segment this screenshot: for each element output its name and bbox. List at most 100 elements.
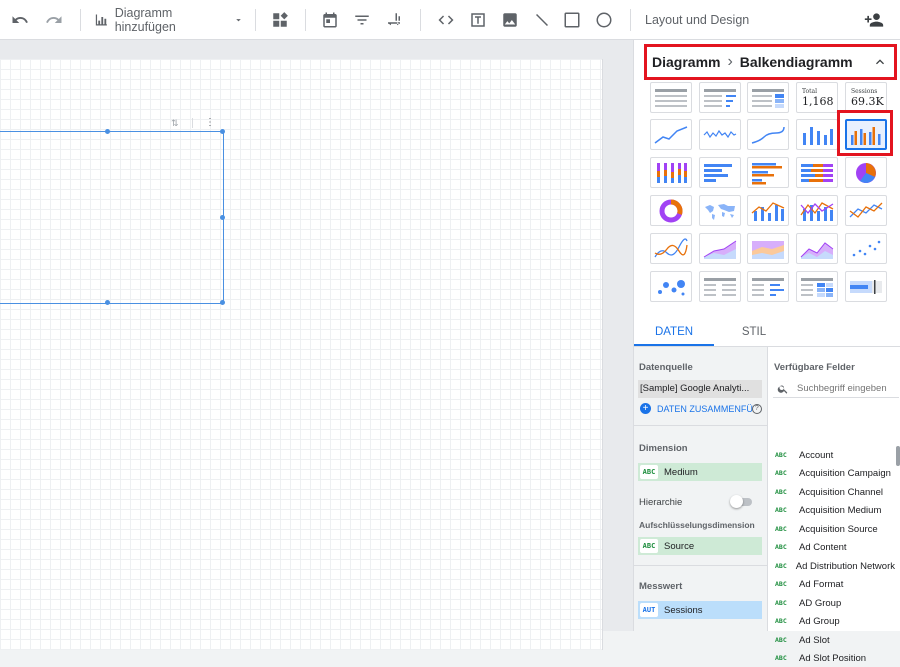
chart-type-stacked-column[interactable] xyxy=(650,157,692,188)
chart-header-divider xyxy=(192,118,193,128)
chart-type-combo-stacked[interactable] xyxy=(796,195,838,226)
community-components-button[interactable] xyxy=(270,0,290,40)
report-canvas[interactable]: ⇅ ⋮ xyxy=(0,59,603,650)
field-label: Acquisition Source xyxy=(799,523,878,535)
data-source-selector[interactable]: [Sample] Google Analyti... xyxy=(638,380,762,398)
rectangle-button[interactable] xyxy=(562,0,582,40)
tab-data[interactable]: DATEN xyxy=(634,318,714,346)
scorecard-sessions-value: 69.3K xyxy=(851,94,884,108)
field-item[interactable]: ABC Ad Group xyxy=(775,612,895,630)
field-label: Ad Slot xyxy=(799,634,830,646)
chart-type-table-heatmap[interactable] xyxy=(747,82,789,113)
field-type-tag: ABC xyxy=(775,580,787,588)
field-label: Ad Distribution Network xyxy=(795,560,895,572)
chart-type-time-series[interactable] xyxy=(650,119,692,150)
selected-chart-frame[interactable]: ⇅ ⋮ xyxy=(0,117,225,305)
field-label: Ad Format xyxy=(799,578,844,590)
chart-type-line[interactable] xyxy=(845,195,887,226)
field-search[interactable] xyxy=(773,380,899,398)
resize-handle[interactable] xyxy=(220,129,225,134)
chart-type-pie[interactable] xyxy=(845,157,887,188)
help-icon[interactable]: ? xyxy=(751,403,762,414)
field-label: Ad Content xyxy=(799,541,847,553)
field-item[interactable]: ABC Ad Content xyxy=(775,538,895,556)
chart-type-100-area[interactable] xyxy=(796,233,838,264)
share-button[interactable] xyxy=(862,0,886,40)
text-button[interactable] xyxy=(468,0,488,40)
canvas-area: ⇅ ⋮ xyxy=(0,40,633,650)
data-source-value: [Sample] Google Analyti... xyxy=(640,383,750,394)
toggle-knob xyxy=(730,495,743,508)
more-vert-icon[interactable]: ⋮ xyxy=(205,117,215,128)
chart-type-sparkline[interactable] xyxy=(699,119,741,150)
toolbar-divider xyxy=(305,8,306,31)
chart-type-scorecard[interactable]: Total 1,168 xyxy=(796,82,838,113)
field-item[interactable]: ABC Account xyxy=(775,446,895,464)
chart-type-geo-map[interactable] xyxy=(699,195,741,226)
chart-type-scatter[interactable] xyxy=(845,233,887,264)
code-icon xyxy=(438,15,454,24)
breadcrumb-root[interactable]: Diagramm xyxy=(652,54,720,70)
filter-control-button[interactable] xyxy=(352,0,372,40)
resize-handle[interactable] xyxy=(105,129,110,134)
chart-type-smoothed-line[interactable] xyxy=(650,233,692,264)
dimension-chip[interactable]: ABC Medium xyxy=(638,463,762,481)
breakdown-chip[interactable]: ABC Source xyxy=(638,537,762,555)
field-item[interactable]: ABC AD Group xyxy=(775,594,895,612)
calendar-icon xyxy=(323,12,337,27)
section-divider xyxy=(634,425,768,426)
chart-type-bubble[interactable] xyxy=(650,271,692,302)
line-button[interactable] xyxy=(532,0,552,40)
hierarchy-toggle[interactable] xyxy=(730,495,752,508)
embed-url-button[interactable] xyxy=(436,0,456,40)
add-chart-button[interactable]: Diagramm hinzufügen xyxy=(94,0,244,40)
resize-handle[interactable] xyxy=(220,215,225,220)
field-item[interactable]: ABC Ad Distribution Network xyxy=(775,557,895,575)
circle-button[interactable] xyxy=(594,0,614,40)
chart-type-breadcrumb[interactable]: Diagramm › Balkendiagramm xyxy=(644,44,897,80)
chart-type-pivot-table[interactable] xyxy=(699,271,741,302)
blend-data-button[interactable]: + DATEN ZUSAMMENFÜ ? xyxy=(640,403,762,414)
rectangle-icon xyxy=(564,12,580,27)
chart-type-table-bars[interactable] xyxy=(699,82,741,113)
chart-type-table[interactable] xyxy=(650,82,692,113)
resize-handle[interactable] xyxy=(220,300,225,305)
date-range-button[interactable] xyxy=(320,0,340,40)
field-item[interactable]: ABC Ad Slot xyxy=(775,631,895,649)
chart-type-smoothed-series[interactable] xyxy=(747,119,789,150)
chart-type-grouped-bar[interactable] xyxy=(747,157,789,188)
sort-icon[interactable]: ⇅ xyxy=(171,118,179,129)
field-item[interactable]: ABC Ad Slot Position xyxy=(775,649,895,667)
resize-handle[interactable] xyxy=(105,300,110,305)
chart-type-stacked-bar[interactable] xyxy=(796,157,838,188)
field-item[interactable]: ABC Acquisition Medium xyxy=(775,501,895,519)
tab-style[interactable]: STIL xyxy=(714,318,794,346)
image-button[interactable] xyxy=(500,0,520,40)
field-type-tag: ABC xyxy=(775,654,787,662)
chart-type-donut[interactable] xyxy=(650,195,692,226)
chart-type-combo[interactable] xyxy=(747,195,789,226)
chart-type-scorecard-compact[interactable]: Sessions 69.3K xyxy=(845,82,887,113)
data-control-button[interactable] xyxy=(384,0,404,40)
chart-type-area[interactable] xyxy=(699,233,741,264)
dimension-title: Dimension xyxy=(639,443,688,454)
scrollbar[interactable] xyxy=(896,446,900,466)
field-item[interactable]: ABC Ad Format xyxy=(775,575,895,593)
redo-button[interactable] xyxy=(42,0,66,40)
undo-button[interactable] xyxy=(8,0,32,40)
add-chart-label: Diagramm hinzufügen xyxy=(114,5,176,34)
field-item[interactable]: ABC Acquisition Channel xyxy=(775,483,895,501)
chart-type-bar[interactable] xyxy=(699,157,741,188)
chart-type-bullet[interactable] xyxy=(845,271,887,302)
chart-type-column[interactable] xyxy=(796,119,838,150)
collapse-icon[interactable] xyxy=(872,54,888,70)
chart-type-stacked-area[interactable] xyxy=(747,233,789,264)
chart-type-pivot-bars[interactable] xyxy=(747,271,789,302)
field-search-input[interactable] xyxy=(797,383,897,394)
metric-chip[interactable]: AUT Sessions xyxy=(638,601,762,619)
toolbar-divider xyxy=(630,8,631,31)
layout-theme-button[interactable]: Layout und Design xyxy=(645,0,749,40)
field-item[interactable]: ABC Acquisition Source xyxy=(775,520,895,538)
chart-type-pivot-heatmap[interactable] xyxy=(796,271,838,302)
field-item[interactable]: ABC Acquisition Campaign xyxy=(775,464,895,482)
